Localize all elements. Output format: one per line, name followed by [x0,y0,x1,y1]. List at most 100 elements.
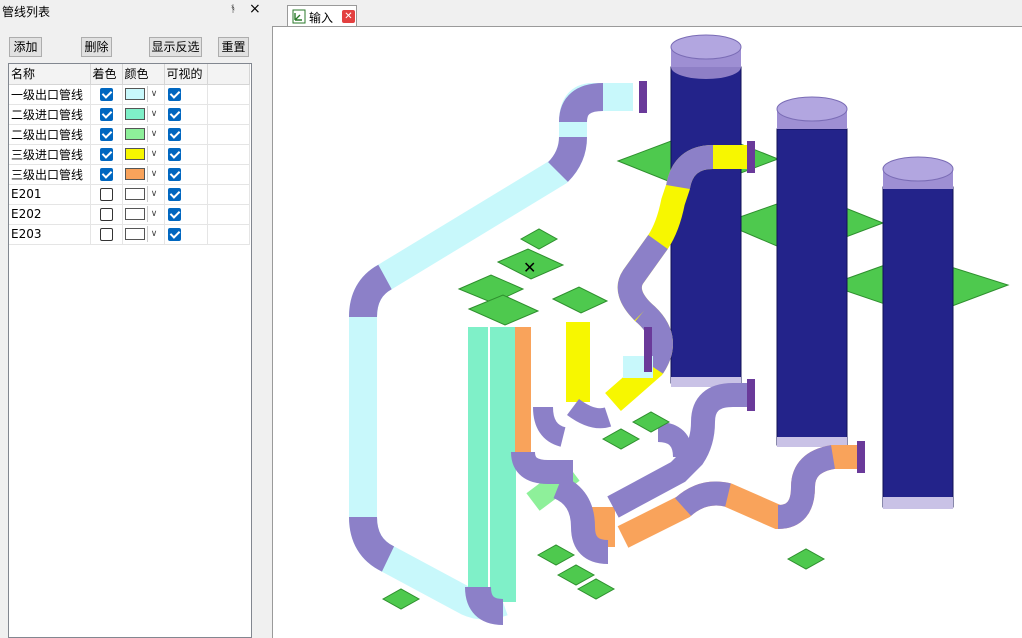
chevron-down-icon[interactable]: ∨ [146,226,161,242]
row-visible-cell [164,204,208,225]
color-swatch[interactable] [124,168,145,180]
header-visible[interactable]: 可视的 [164,64,208,85]
visible-checkbox[interactable] [167,128,181,141]
row-filler [207,204,250,225]
row-color-cell: ∨ [122,204,165,225]
row-color-cell: ∨ [122,144,165,165]
color-swatch[interactable] [124,188,145,200]
row-name[interactable]: 二级进口管线 [9,104,91,125]
row-name[interactable]: 二级出口管线 [9,124,91,145]
visible-checkbox[interactable] [167,108,181,121]
3d-viewport[interactable]: ✕ [272,26,1022,638]
color-swatch[interactable] [124,88,145,100]
header-colored[interactable]: 着色 [90,64,123,85]
row-visible-cell [164,104,208,125]
colored-checkbox[interactable] [99,168,113,181]
row-colored-cell [90,164,123,185]
row-visible-cell [164,84,208,105]
table-row[interactable]: E202 ∨ [9,204,250,225]
tab-input-label: 输入 [309,11,334,25]
visible-checkbox[interactable] [167,148,181,161]
row-filler [207,164,250,185]
row-colored-cell [90,124,123,145]
row-colored-cell [90,104,123,125]
colored-checkbox[interactable] [99,88,113,101]
row-filler [207,84,250,105]
row-color-cell: ∨ [122,164,165,185]
support-platform-2 [457,274,525,304]
center-marker-icon: ✕ [523,258,536,277]
header-color[interactable]: 颜色 [122,64,165,85]
table-row[interactable]: E201 ∨ [9,184,250,205]
colored-checkbox[interactable] [99,108,113,121]
invert-display-button[interactable]: 显示反选 [149,37,202,57]
support-platform-4 [551,286,609,314]
panel-title: 管线列表 [2,5,51,19]
document-icon [292,9,306,24]
colored-checkbox[interactable] [99,208,113,221]
reset-button[interactable]: 重置 [218,37,249,57]
colored-checkbox[interactable] [99,148,113,161]
row-filler [207,224,250,245]
chevron-down-icon[interactable]: ∨ [146,106,161,122]
row-filler [207,124,250,145]
close-panel-icon[interactable]: × [249,1,261,17]
table-row[interactable]: E203 ∨ [9,224,250,245]
color-swatch[interactable] [124,228,145,240]
table-header-row: 名称 着色 颜色 可视的 [9,64,250,85]
row-color-cell: ∨ [122,184,165,205]
row-filler [207,184,250,205]
row-filler [207,104,250,125]
delete-button[interactable]: 删除 [81,37,112,57]
row-color-cell: ∨ [122,224,165,245]
chevron-down-icon[interactable]: ∨ [146,186,161,202]
pipeline-list-panel: 管线列表 ᚬ × 添加 删除 显示反选 重置 名称 着色 颜色 可视的 一级出口… [0,0,268,638]
colored-checkbox[interactable] [99,188,113,201]
row-name[interactable]: 三级进口管线 [9,144,91,165]
table-row[interactable]: 三级出口管线 ∨ [9,164,250,185]
chevron-down-icon[interactable]: ∨ [146,206,161,222]
vessel-e203[interactable] [882,156,954,509]
color-swatch[interactable] [124,148,145,160]
color-swatch[interactable] [124,208,145,220]
tab-close-icon[interactable]: ✕ [342,10,355,23]
visible-checkbox[interactable] [167,188,181,201]
visible-checkbox[interactable] [167,208,181,221]
visible-checkbox[interactable] [167,228,181,241]
row-filler [207,144,250,165]
add-button[interactable]: 添加 [9,37,42,57]
colored-checkbox[interactable] [99,128,113,141]
chevron-down-icon[interactable]: ∨ [146,126,161,142]
row-name[interactable]: E203 [9,224,91,245]
visible-checkbox[interactable] [167,88,181,101]
pin-icon[interactable]: ᚬ [230,4,236,15]
support-platform-3 [467,294,540,326]
pipeline-table: 名称 着色 颜色 可视的 一级出口管线 ∨ 二级进口管线 ∨ 二级出口管线 ∨ 三级进口管线… [8,63,252,638]
color-swatch[interactable] [124,108,145,120]
tab-input[interactable]: 输入 ✕ [287,5,357,27]
table-row[interactable]: 一级出口管线 ∨ [9,84,250,105]
row-name[interactable]: E201 [9,184,91,205]
row-color-cell: ∨ [122,124,165,145]
vessel-e202[interactable] [776,96,848,447]
row-color-cell: ∨ [122,84,165,105]
table-row[interactable]: 二级进口管线 ∨ [9,104,250,125]
pipeline-secondary-inlet [465,327,516,625]
row-visible-cell [164,124,208,145]
table-row[interactable]: 二级出口管线 ∨ [9,124,250,145]
row-visible-cell [164,144,208,165]
header-name[interactable]: 名称 [9,64,91,85]
chevron-down-icon[interactable]: ∨ [146,166,161,182]
pipeline-3d-scene[interactable]: ✕ [273,27,1022,638]
color-swatch[interactable] [124,128,145,140]
row-colored-cell [90,224,123,245]
table-row[interactable]: 三级进口管线 ∨ [9,144,250,165]
chevron-down-icon[interactable]: ∨ [146,86,161,102]
row-name[interactable]: 一级出口管线 [9,84,91,105]
row-name[interactable]: 三级出口管线 [9,164,91,185]
row-name[interactable]: E202 [9,204,91,225]
row-color-cell: ∨ [122,104,165,125]
visible-checkbox[interactable] [167,168,181,181]
colored-checkbox[interactable] [99,228,113,241]
chevron-down-icon[interactable]: ∨ [146,146,161,162]
